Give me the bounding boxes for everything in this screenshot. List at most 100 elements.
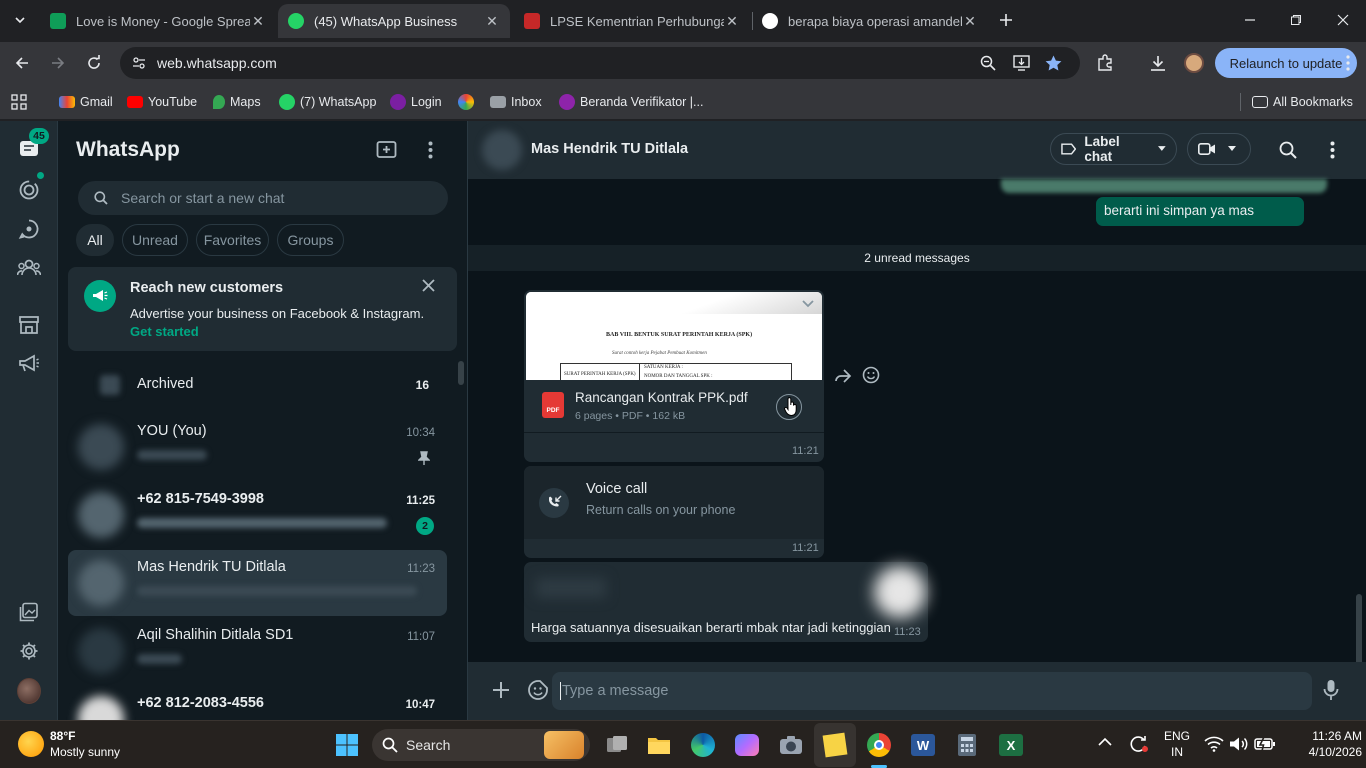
- advertise-icon[interactable]: [17, 352, 41, 376]
- search-icon[interactable]: [1279, 141, 1297, 159]
- excel-icon[interactable]: X: [997, 731, 1025, 759]
- site-info-icon[interactable]: [131, 55, 147, 71]
- close-icon[interactable]: ✕: [962, 13, 978, 29]
- zoom-icon[interactable]: [980, 55, 996, 71]
- downloads-icon[interactable]: [1146, 51, 1170, 75]
- media-icon[interactable]: [17, 600, 41, 624]
- new-chat-icon[interactable]: [376, 140, 398, 160]
- tab-google-sheets[interactable]: Love is Money - Google Spread ✕: [40, 4, 276, 38]
- menu-kebab-icon[interactable]: [428, 141, 433, 159]
- bookmark-login[interactable]: Login: [390, 92, 442, 112]
- wifi-icon[interactable]: [1204, 736, 1224, 752]
- clock-time[interactable]: 11:26 AM: [1280, 729, 1362, 744]
- archived-row[interactable]: Archived 16: [68, 353, 447, 419]
- document-preview[interactable]: BAB VIII. BENTUK SURAT PERINTAH KERJA (S…: [526, 292, 822, 380]
- search-input[interactable]: Search or start a new chat: [78, 181, 448, 215]
- camera-icon[interactable]: [777, 731, 805, 759]
- close-icon[interactable]: ✕: [250, 13, 266, 29]
- close-icon[interactable]: ✕: [484, 13, 500, 29]
- tab-whatsapp-business[interactable]: (45) WhatsApp Business ✕: [278, 4, 510, 38]
- clock-date[interactable]: 4/10/2026: [1280, 745, 1362, 760]
- get-started-link[interactable]: Get started: [130, 324, 199, 339]
- message-input[interactable]: Type a message: [552, 672, 1312, 710]
- weather-sun-icon[interactable]: [18, 731, 44, 757]
- word-icon[interactable]: W: [909, 731, 937, 759]
- bookmark-maps[interactable]: Maps: [213, 92, 261, 112]
- emoji-react-icon[interactable]: [862, 366, 880, 384]
- file-explorer-icon[interactable]: [645, 731, 673, 759]
- chat-list-scrollbar[interactable]: [458, 361, 464, 385]
- conversation-scrollbar[interactable]: [1356, 239, 1362, 714]
- outgoing-message[interactable]: berarti ini simpan ya mas: [1096, 197, 1304, 226]
- menu-kebab-icon[interactable]: [1330, 141, 1335, 159]
- tab-search-icon[interactable]: [8, 8, 32, 32]
- address-bar[interactable]: web.whatsapp.com: [120, 47, 1080, 79]
- edge-icon[interactable]: [689, 731, 717, 759]
- back-icon[interactable]: [10, 51, 34, 75]
- filter-all[interactable]: All: [76, 224, 114, 256]
- incoming-message[interactable]: Harga satuannya disesuaikan berarti mbak…: [524, 562, 928, 642]
- language-line1[interactable]: ENG: [1160, 729, 1194, 744]
- contact-avatar[interactable]: [482, 130, 522, 170]
- attach-plus-icon[interactable]: [492, 681, 510, 699]
- chat-row[interactable]: Aqil Shalihin Ditlala SD1 11:07: [68, 618, 447, 684]
- catalog-icon[interactable]: [17, 313, 41, 337]
- contact-name[interactable]: Mas Hendrik TU Ditlala: [531, 141, 688, 157]
- channels-icon[interactable]: [17, 217, 41, 241]
- volume-icon[interactable]: [1229, 736, 1249, 752]
- communities-icon[interactable]: [17, 256, 41, 280]
- chat-row[interactable]: YOU (You) 10:34: [68, 414, 447, 480]
- install-app-icon[interactable]: [1013, 55, 1030, 71]
- copilot-icon[interactable]: [733, 731, 761, 759]
- chevron-down-icon[interactable]: [802, 300, 814, 308]
- document-message[interactable]: BAB VIII. BENTUK SURAT PERINTAH KERJA (S…: [524, 290, 824, 462]
- close-icon[interactable]: ✕: [724, 13, 740, 29]
- chrome-icon[interactable]: [865, 731, 893, 759]
- windows-start-icon[interactable]: [333, 731, 361, 759]
- new-tab-icon[interactable]: [994, 8, 1018, 32]
- calculator-icon[interactable]: [953, 731, 981, 759]
- microphone-icon[interactable]: [1323, 679, 1339, 701]
- forward-icon[interactable]: [834, 369, 852, 383]
- forward-icon[interactable]: [46, 51, 70, 75]
- bookmark-photos[interactable]: [458, 92, 479, 112]
- label-chat-button[interactable]: Label chat: [1050, 133, 1177, 165]
- settings-gear-icon[interactable]: [17, 639, 41, 663]
- profile-avatar[interactable]: [1182, 51, 1206, 75]
- sticker-emoji-icon[interactable]: [527, 679, 549, 701]
- close-window-icon[interactable]: [1331, 8, 1355, 32]
- message-area[interactable]: berarti ini simpan ya mas 2 unread messa…: [468, 179, 1366, 704]
- reload-icon[interactable]: [82, 51, 106, 75]
- bookmark-star-icon[interactable]: [1045, 55, 1062, 71]
- filter-favorites[interactable]: Favorites: [196, 224, 269, 256]
- filter-groups[interactable]: Groups: [277, 224, 344, 256]
- tab-lpse[interactable]: LPSE Kementrian Perhubungan ✕: [514, 4, 750, 38]
- weather-desc[interactable]: Mostly sunny: [50, 745, 120, 760]
- all-bookmarks[interactable]: All Bookmarks: [1252, 92, 1353, 112]
- bookmark-inbox[interactable]: Inbox: [490, 92, 542, 112]
- restore-icon[interactable]: [1284, 8, 1308, 32]
- weather-temp[interactable]: 88°F: [50, 729, 75, 744]
- language-line2[interactable]: IN: [1160, 745, 1194, 760]
- video-call-button[interactable]: [1187, 133, 1251, 165]
- tab-google-search[interactable]: berapa biaya operasi amandel - ✕: [752, 4, 988, 38]
- bookmark-youtube[interactable]: YouTube: [127, 92, 197, 112]
- update-sync-icon[interactable]: [1129, 735, 1149, 753]
- status-icon[interactable]: [17, 178, 41, 202]
- chevron-up-icon[interactable]: [1098, 737, 1112, 747]
- profile-avatar[interactable]: [17, 678, 41, 704]
- voice-call-message[interactable]: Voice call Return calls on your phone 11…: [524, 466, 824, 558]
- chat-row[interactable]: +62 812-2083-4556 10:47: [68, 686, 447, 720]
- task-view-icon[interactable]: [603, 731, 631, 759]
- close-icon[interactable]: [422, 279, 440, 297]
- chrome-menu-icon[interactable]: [1336, 51, 1360, 75]
- minimize-icon[interactable]: [1238, 8, 1262, 32]
- chat-row-selected[interactable]: Mas Hendrik TU Ditlala 11:23: [68, 550, 447, 616]
- bookmark-beranda[interactable]: Beranda Verifikator |...: [559, 92, 703, 112]
- taskbar-search[interactable]: Search: [372, 729, 590, 761]
- conversation-header[interactable]: Mas Hendrik TU Ditlala Label chat: [468, 121, 1366, 179]
- battery-charging-icon[interactable]: [1254, 737, 1276, 751]
- chat-row[interactable]: +62 815-7549-3998 11:25 2: [68, 482, 447, 548]
- filter-unread[interactable]: Unread: [122, 224, 188, 256]
- bookmark-gmail[interactable]: Gmail: [59, 92, 113, 112]
